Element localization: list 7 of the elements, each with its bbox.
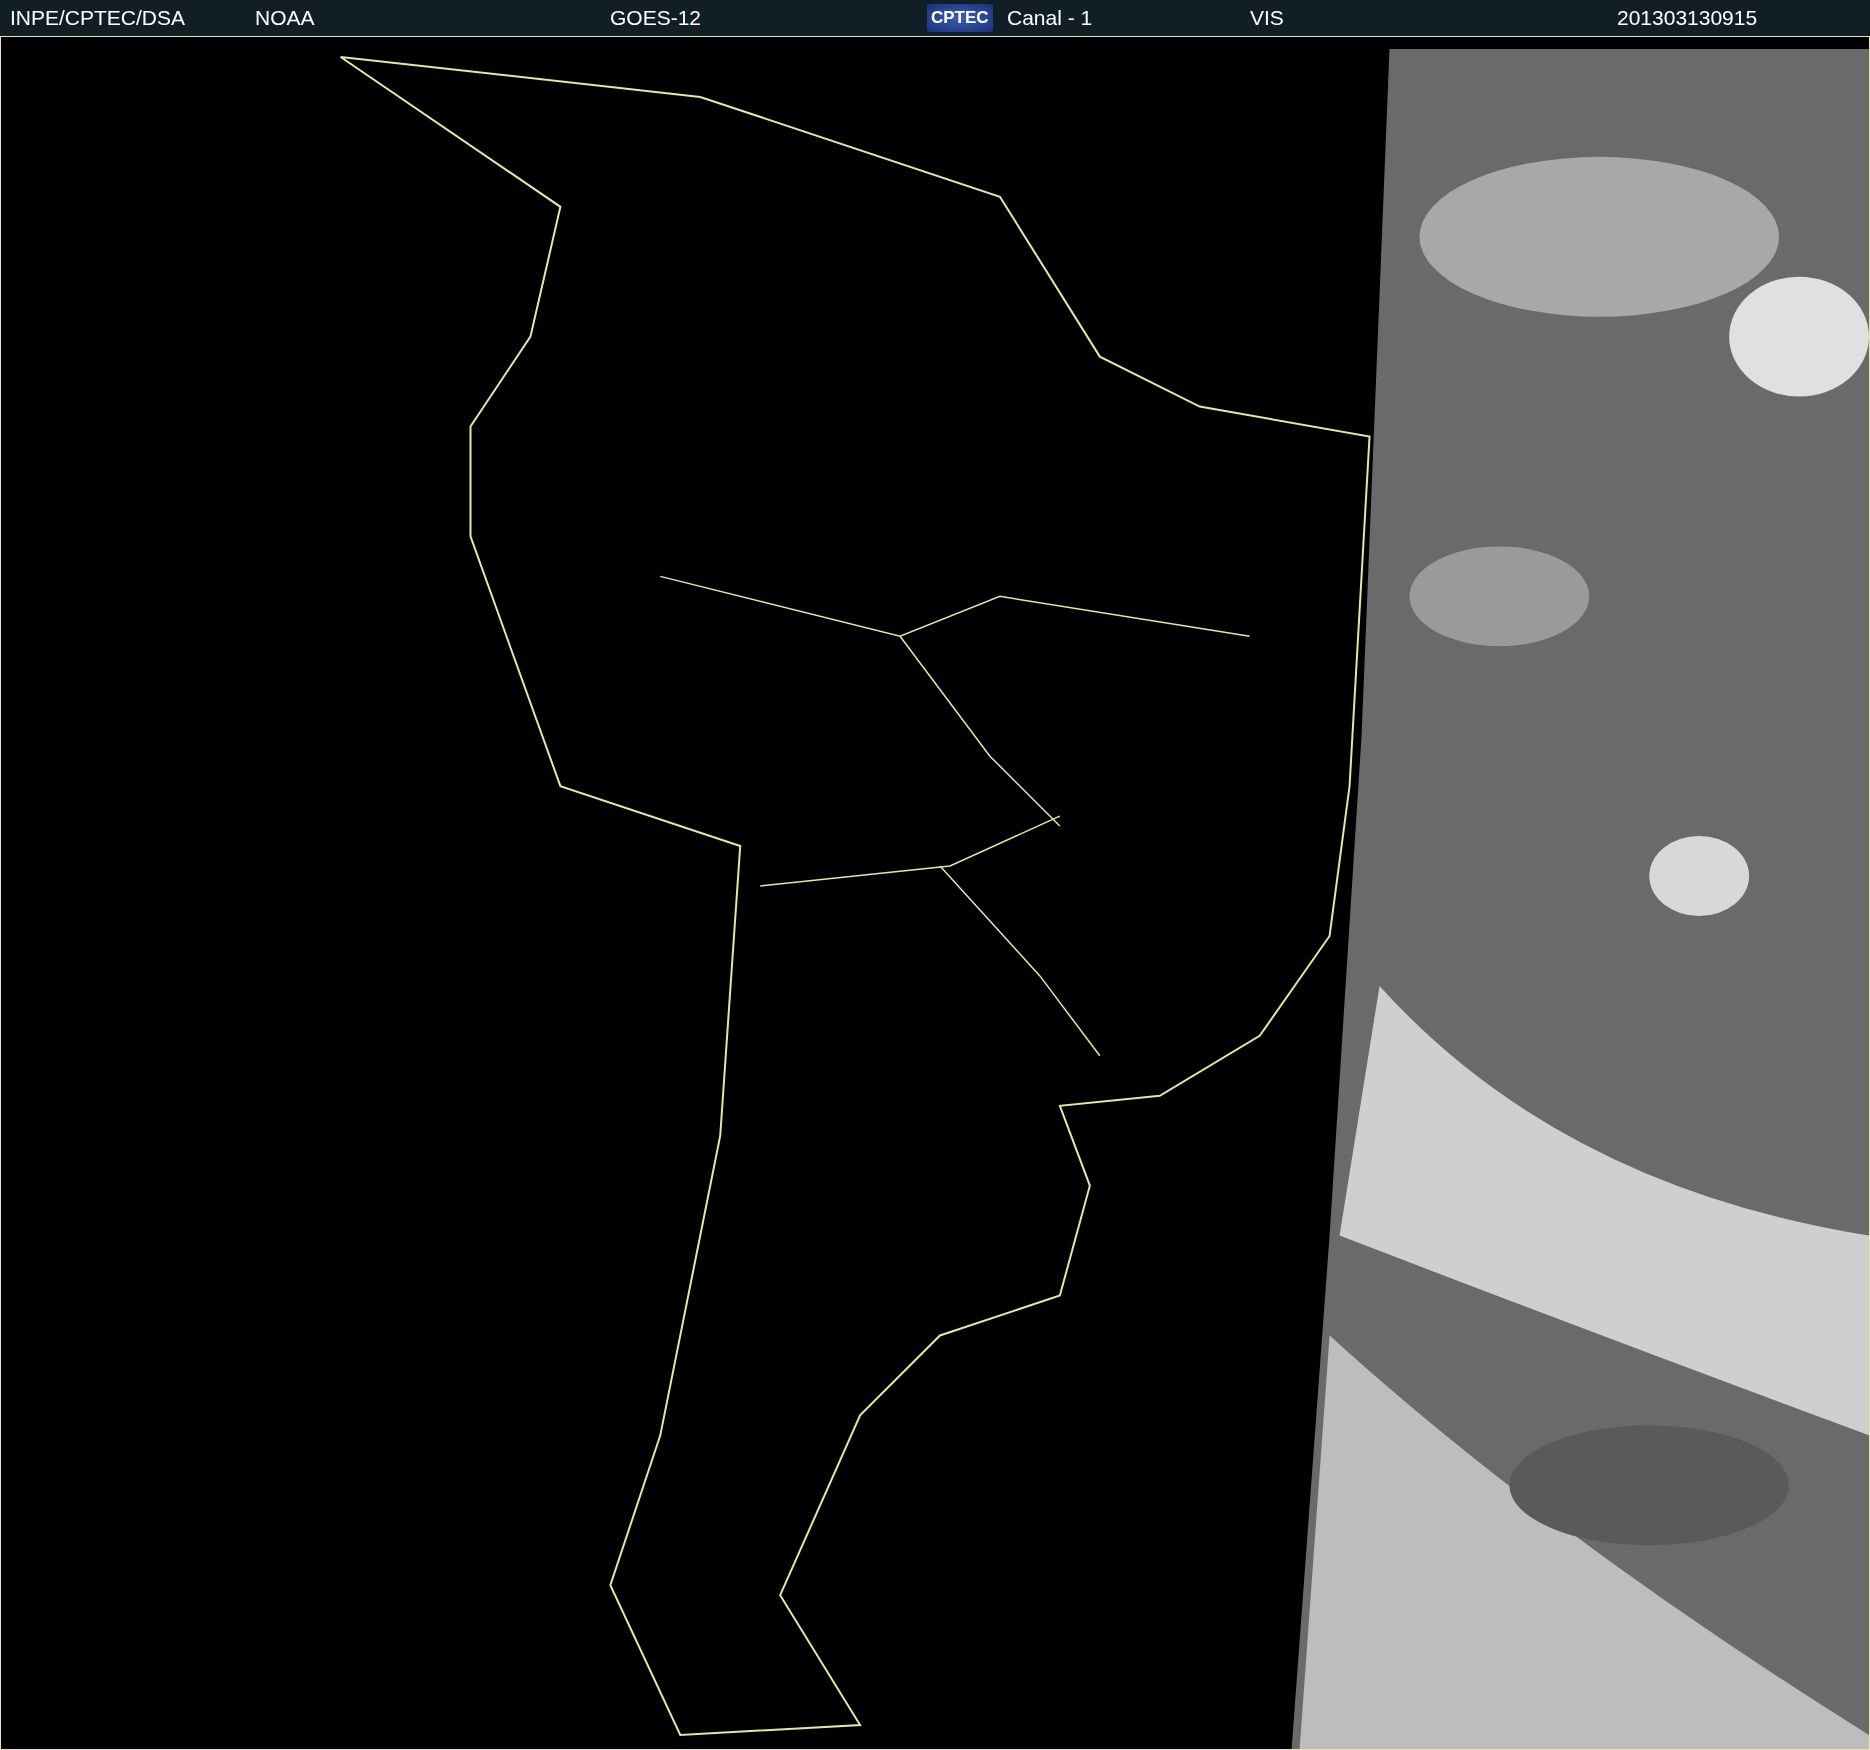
logo-badge: CPTEC	[927, 4, 993, 32]
header-label: INPE/CPTEC/DSA	[10, 6, 186, 30]
header-label: VIS	[1250, 6, 1284, 30]
header-label: Canal - 1	[1007, 6, 1093, 30]
header-label: GOES-12	[610, 6, 702, 30]
header-label: 201303130915	[1617, 6, 1758, 30]
header-label: NOAA	[255, 6, 315, 30]
